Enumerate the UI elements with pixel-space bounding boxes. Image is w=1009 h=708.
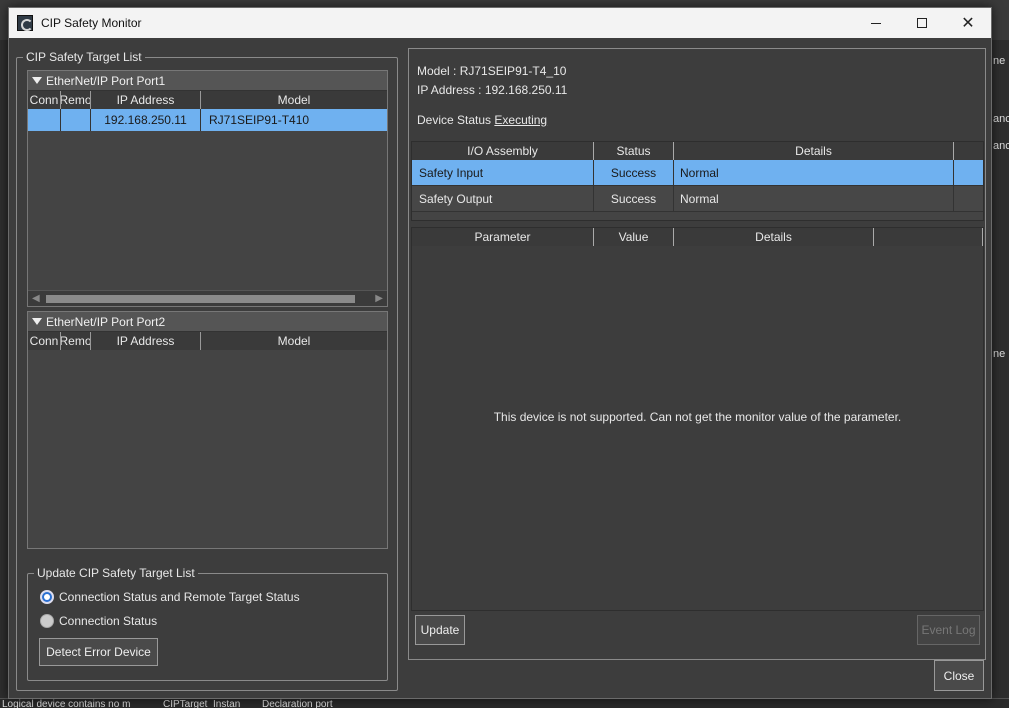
column-header-io-assembly[interactable]: I/O Assembly <box>412 142 594 160</box>
column-header-model[interactable]: Model <box>201 332 387 350</box>
device-monitor-panel: Model : RJ71SEIP91-T4_10 IP Address : 19… <box>408 48 986 660</box>
column-header-status[interactable]: Status <box>594 142 674 160</box>
model-label: Model : <box>417 64 457 78</box>
horizontal-scrollbar[interactable]: ◀ ▶ <box>28 290 387 306</box>
scroll-left-icon[interactable]: ◀ <box>32 293 40 304</box>
background-right-strip <box>992 40 1009 700</box>
column-header-extra[interactable] <box>954 142 983 160</box>
radio-label: Connection Status and Remote Target Stat… <box>59 590 300 604</box>
column-header-ip[interactable]: IP Address <box>91 91 201 109</box>
background-status-item: Logical device contains no m <box>2 699 131 708</box>
radio-unselected-icon[interactable] <box>40 614 54 628</box>
parameter-column-headers: Parameter Value Details <box>412 228 983 246</box>
device-status-link[interactable]: Executing <box>494 113 547 127</box>
model-line: Model : RJ71SEIP91-T4_10 <box>417 64 566 78</box>
column-header-remote[interactable]: Remo <box>61 332 91 350</box>
port1-panel: EtherNet/IP Port Port1 Conn Remo IP Addr… <box>27 70 388 307</box>
collapse-triangle-icon[interactable] <box>32 77 42 84</box>
maximize-icon <box>917 18 927 28</box>
cell-details: Normal <box>674 186 954 211</box>
background-side-text: ne <box>993 55 1006 67</box>
target-list-group: CIP Safety Target List EtherNet/IP Port … <box>16 50 398 691</box>
ip-label: IP Address : <box>417 83 482 97</box>
ip-value: 192.168.250.11 <box>484 83 568 97</box>
minimize-icon <box>871 22 881 24</box>
radio-connection-and-remote-status[interactable]: Connection Status and Remote Target Stat… <box>40 590 300 604</box>
scroll-right-icon[interactable]: ▶ <box>375 293 383 304</box>
port2-header-label: EtherNet/IP Port Port2 <box>46 314 166 329</box>
app-icon <box>17 15 33 31</box>
cell-extra <box>954 186 983 211</box>
cell-status: Success <box>594 160 674 185</box>
background-side-text: ne <box>993 348 1006 360</box>
detect-error-device-button[interactable]: Detect Error Device <box>39 638 158 666</box>
minimize-button[interactable] <box>853 8 899 38</box>
radio-label: Connection Status <box>59 614 158 628</box>
close-button[interactable]: Close <box>934 660 984 691</box>
radio-selected-icon[interactable] <box>40 590 54 604</box>
unsupported-message: This device is not supported. Can not ge… <box>493 410 902 424</box>
background-side-text: anc <box>993 113 1009 125</box>
cip-safety-monitor-dialog: CIP Safety Monitor ✕ CIP Safety Target L… <box>8 7 992 699</box>
port2-header[interactable]: EtherNet/IP Port Port2 <box>28 312 387 332</box>
title-bar[interactable]: CIP Safety Monitor ✕ <box>9 8 991 38</box>
collapse-triangle-icon[interactable] <box>32 318 42 325</box>
window-close-button[interactable]: ✕ <box>945 8 991 38</box>
window-title: CIP Safety Monitor <box>41 16 142 30</box>
cell-remote <box>61 109 91 131</box>
column-header-details[interactable]: Details <box>674 142 954 160</box>
io-column-headers: I/O Assembly Status Details <box>412 142 983 160</box>
event-log-button[interactable]: Event Log <box>917 615 980 645</box>
close-icon: ✕ <box>961 15 975 32</box>
column-header-parameter[interactable]: Parameter <box>412 228 594 246</box>
background-left-strip <box>0 40 8 700</box>
device-status-line: Device Status Executing <box>417 113 547 127</box>
cell-extra <box>954 160 983 185</box>
column-header-value[interactable]: Value <box>594 228 674 246</box>
column-header-param-details[interactable]: Details <box>674 228 874 246</box>
cell-conn <box>28 109 61 131</box>
background-status-item: Declaration port <box>262 699 333 708</box>
column-header-model[interactable]: Model <box>201 91 387 109</box>
device-status-label: Device Status <box>417 113 492 127</box>
column-header-conn[interactable]: Conn <box>28 332 61 350</box>
port1-column-headers: Conn Remo IP Address Model <box>28 91 387 109</box>
table-row[interactable]: Safety Output Success Normal <box>412 186 983 212</box>
maximize-button[interactable] <box>899 8 945 38</box>
table-row[interactable]: Safety Input Success Normal <box>412 160 983 186</box>
port2-column-headers: Conn Remo IP Address Model <box>28 332 387 350</box>
cell-ip: 192.168.250.11 <box>91 109 201 131</box>
io-assembly-table: I/O Assembly Status Details Safety Input… <box>411 141 984 221</box>
column-header-ip[interactable]: IP Address <box>91 332 201 350</box>
cell-status: Success <box>594 186 674 211</box>
parameter-table: Parameter Value Details This device is n… <box>411 227 984 611</box>
column-header-remote[interactable]: Remo <box>61 91 91 109</box>
port1-header-label: EtherNet/IP Port Port1 <box>46 73 166 88</box>
port1-header[interactable]: EtherNet/IP Port Port1 <box>28 71 387 91</box>
cell-assembly: Safety Output <box>412 186 594 211</box>
model-value: RJ71SEIP91-T4_10 <box>459 64 567 78</box>
update-group-title: Update CIP Safety Target List <box>34 566 198 580</box>
cell-assembly: Safety Input <box>412 160 594 185</box>
port2-panel: EtherNet/IP Port Port2 Conn Remo IP Addr… <box>27 311 388 549</box>
radio-connection-status[interactable]: Connection Status <box>40 614 157 628</box>
target-list-title: CIP Safety Target List <box>23 50 145 64</box>
ip-line: IP Address : 192.168.250.11 <box>417 83 567 97</box>
column-header-conn[interactable]: Conn <box>28 91 61 109</box>
cell-model: RJ71SEIP91-T410 <box>209 113 310 127</box>
table-row[interactable]: 192.168.250.11 RJ71SEIP91-T410 <box>28 109 387 131</box>
scrollbar-thumb[interactable] <box>46 295 355 303</box>
update-button[interactable]: Update <box>415 615 465 645</box>
background-side-text: anc <box>993 140 1009 152</box>
column-header-extra[interactable] <box>874 228 983 246</box>
cell-details: Normal <box>674 160 954 185</box>
background-status-bar: Logical device contains no m CIPTarget_I… <box>0 698 1009 708</box>
background-status-item: CIPTarget_Instan <box>163 699 241 708</box>
update-target-list-group: Update CIP Safety Target List Connection… <box>27 566 388 681</box>
